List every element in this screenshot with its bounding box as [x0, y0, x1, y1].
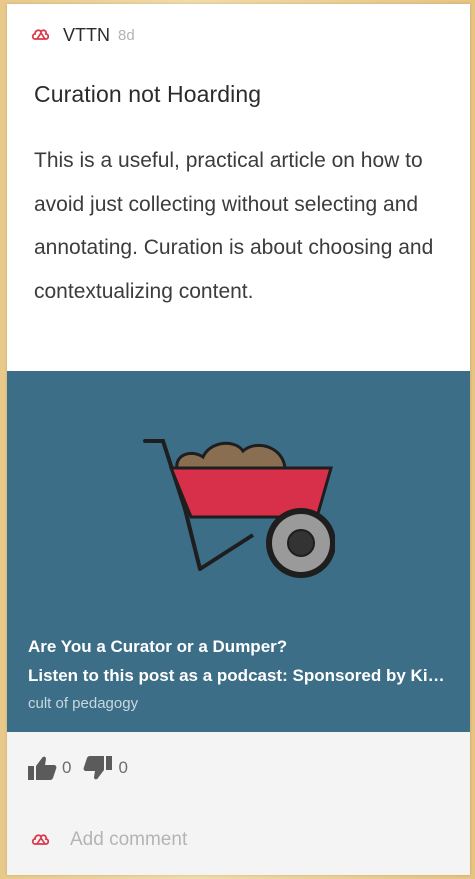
thumbs-down-icon[interactable]: [83, 755, 113, 781]
padlet-logo-icon: [30, 24, 52, 46]
add-comment-input[interactable]: Add comment: [70, 829, 187, 851]
wall-background: VTTN 8d Curation not Hoarding This is a …: [0, 0, 475, 879]
post-age: 8d: [118, 26, 135, 44]
link-attachment[interactable]: Are You a Curator or a Dumper? Listen to…: [7, 371, 470, 732]
attachment-title[interactable]: Are You a Curator or a Dumper?: [28, 637, 287, 657]
padlet-logo-icon: [30, 829, 52, 851]
attachment-source: cult of pedagogy: [28, 695, 139, 712]
post-card[interactable]: VTTN 8d Curation not Hoarding This is a …: [7, 4, 470, 875]
author-name[interactable]: VTTN: [63, 25, 110, 46]
dislike-count: 0: [118, 758, 128, 777]
add-comment-row[interactable]: Add comment: [30, 827, 187, 853]
attachment-description: Listen to this post as a podcast: Sponso…: [28, 666, 450, 685]
reactions-bar: 0 0: [27, 754, 140, 782]
post-footer: 0 0 Add comment: [7, 732, 470, 875]
post-title: Curation not Hoarding: [34, 81, 262, 107]
post-body: This is a useful, practical article on h…: [34, 149, 434, 303]
post-header: VTTN 8d: [30, 22, 135, 48]
wheelbarrow-icon: [135, 419, 336, 587]
thumbs-up-icon[interactable]: [27, 755, 57, 781]
like-count: 0: [62, 758, 72, 777]
